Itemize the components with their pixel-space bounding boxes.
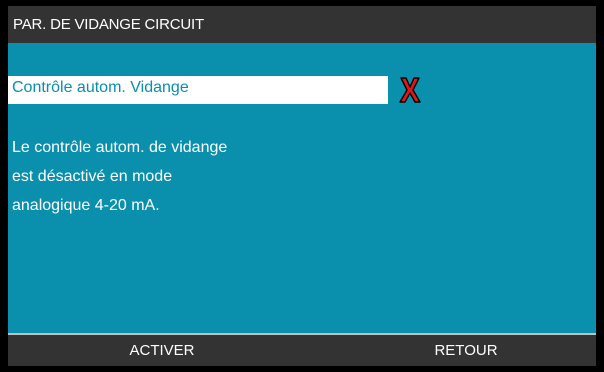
- red-x-icon: [399, 77, 421, 103]
- back-softkey[interactable]: RETOUR: [396, 335, 536, 366]
- info-message-line: Le contrôle autom. de vidange: [12, 139, 228, 156]
- title-bar: PAR. DE VIDANGE CIRCUIT: [8, 6, 596, 43]
- auto-drain-control-label: Contrôle autom. Vidange: [12, 79, 189, 96]
- info-message-line: est désactivé en mode: [12, 168, 173, 185]
- info-message: Le contrôle autom. de vidange est désact…: [12, 133, 512, 220]
- display-screen: PAR. DE VIDANGE CIRCUIT Contrôle autom. …: [8, 6, 596, 366]
- content-area: Contrôle autom. Vidange Le contrôle auto…: [8, 43, 596, 333]
- info-message-line: analogique 4-20 mA.: [12, 197, 160, 214]
- page-title: PAR. DE VIDANGE CIRCUIT: [13, 16, 204, 33]
- device-frame: PAR. DE VIDANGE CIRCUIT Contrôle autom. …: [0, 0, 604, 372]
- auto-drain-control-item[interactable]: Contrôle autom. Vidange: [8, 76, 388, 104]
- softkey-bar: ACTIVER RETOUR: [8, 335, 596, 366]
- activate-softkey[interactable]: ACTIVER: [92, 335, 232, 366]
